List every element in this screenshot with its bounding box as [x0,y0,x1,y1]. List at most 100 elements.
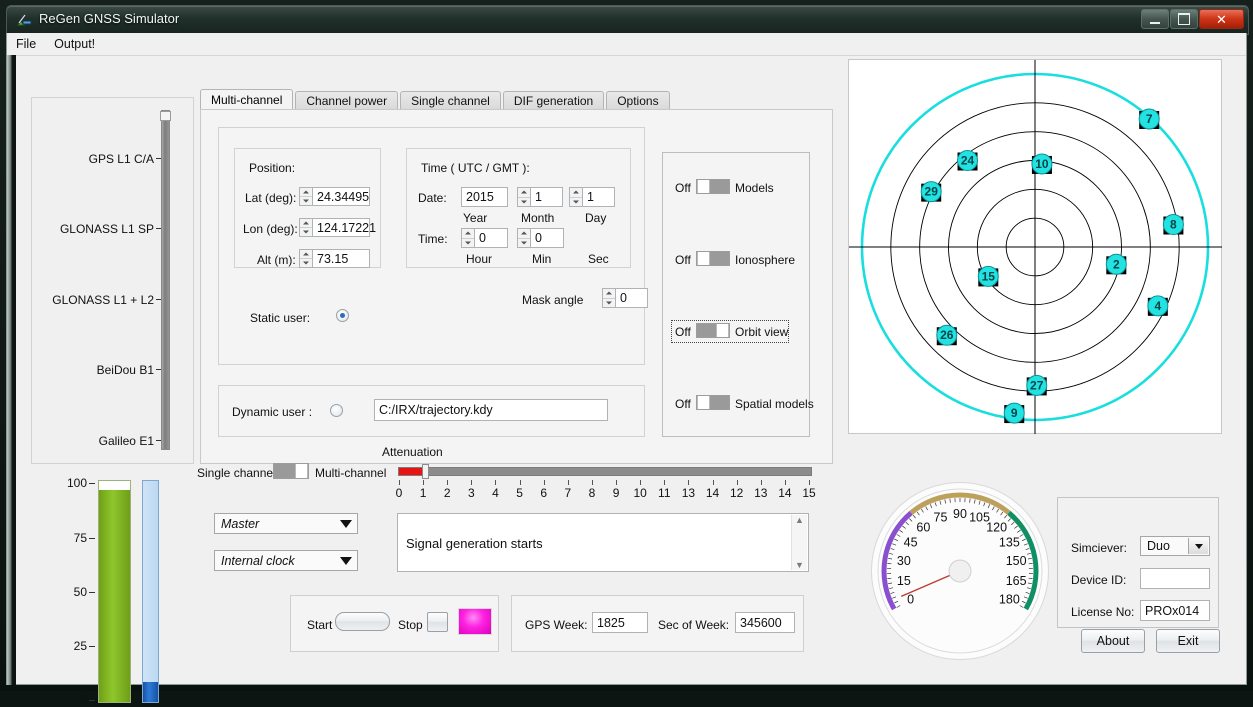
log-scrollbar[interactable]: ▲ ▼ [791,515,807,570]
gps-time-group: GPS Week: 1825 Sec of Week: 345600 [511,595,804,652]
start-label: Start [307,618,332,632]
status-led-indicator [458,608,492,635]
exit-button[interactable]: Exit [1156,629,1220,653]
attenuation-tick-mark [592,480,593,485]
start-button[interactable] [335,612,390,631]
multi-channel-label: Multi-channel [315,466,386,480]
tab-multi-channel[interactable]: Multi-channel [200,89,293,110]
menu-file[interactable]: File [7,35,45,53]
sec-of-week-input[interactable]: 345600 [735,612,795,633]
alt-spinner[interactable] [299,249,312,268]
hour-input[interactable]: 0 [474,228,508,248]
attenuation-slider-track[interactable] [398,467,812,476]
hour-caption: Hour [466,252,492,266]
gauge-tick-label: 30 [897,554,911,568]
toggle-orbit-view[interactable] [696,323,730,338]
alt-input[interactable]: 73.15 [312,249,370,268]
gauge-tick-label: 180 [999,593,1020,607]
mask-angle-label: Mask angle [522,293,583,307]
satellite-label: 15 [982,269,996,283]
device-id-label: Device ID: [1071,573,1126,587]
switch-label-models: Models [735,181,774,195]
constellation-label-galileo-e1: Galileo E1 [32,434,154,448]
close-button[interactable]: ✕ [1199,9,1244,29]
toggle-spatial-models[interactable] [696,395,730,410]
license-input[interactable]: PROx014 [1140,600,1210,621]
min-spinner[interactable] [517,228,530,248]
device-id-input[interactable] [1140,568,1210,589]
lon-spinner[interactable] [299,218,312,237]
attenuation-tick-mark [568,480,569,485]
power-axis-tick-50: 50 [59,585,87,599]
stop-button[interactable] [427,612,448,632]
dynamic-user-radio[interactable] [330,404,343,417]
attenuation-tick-label: 2 [437,486,457,500]
time-row-label: Time: [418,232,448,246]
toggle-channel-mode[interactable] [273,463,309,479]
constellation-slider-track[interactable] [161,110,170,450]
license-label: License No: [1071,605,1134,619]
mask-angle-input[interactable]: 0 [615,288,648,308]
gauge-tick-label: 75 [934,510,948,524]
menu-output[interactable]: Output! [45,35,104,53]
sec-caption: Sec [588,252,609,266]
tab-options[interactable]: Options [606,91,669,110]
about-button[interactable]: About [1081,629,1145,653]
minimize-button[interactable] [1141,9,1169,29]
attenuation-slider-handle[interactable] [422,464,429,479]
attenuation-tick-mark [640,480,641,485]
lon-input[interactable]: 124.17221 [312,218,370,237]
client-area: File Output! GPS L1 C/A GLONASS L1 SP GL… [6,33,1247,685]
trajectory-path-input[interactable]: C:/IRX/trajectory.kdy [374,399,608,421]
switch-state-ionosphere: Off [675,253,691,267]
maximize-button[interactable] [1170,9,1198,29]
attenuation-tick-mark [447,480,448,485]
toggle-ionosphere[interactable] [696,251,730,266]
position-group: Position: Lat (deg): 24.34495 Lon (deg):… [234,148,381,268]
static-user-radio[interactable] [336,309,349,322]
month-input[interactable]: 1 [530,187,563,207]
switch-state-models: Off [675,181,691,195]
gauge-tick-label: 45 [904,536,918,550]
attenuation-tick-label: 5 [510,486,530,500]
lat-spinner[interactable] [299,187,312,206]
hour-spinner[interactable] [461,228,474,248]
lon-label: Lon (deg): [243,222,298,236]
toggle-models[interactable] [696,179,730,194]
satellite-label: 9 [1011,406,1018,420]
scroll-down-icon[interactable]: ▼ [795,560,804,570]
app-icon [16,12,33,29]
simciever-combo[interactable]: Duo [1140,536,1210,556]
scroll-up-icon[interactable]: ▲ [795,515,804,525]
application-window: ReGen GNSS Simulator ✕ File Output! GPS … [0,0,1253,691]
gps-week-input[interactable]: 1825 [592,612,648,633]
attenuation-tick-label: 0 [389,486,409,500]
day-input[interactable]: 1 [582,187,615,207]
day-spinner[interactable] [569,187,582,207]
month-spinner[interactable] [517,187,530,207]
role-combo[interactable]: Master [214,513,358,534]
min-input[interactable]: 0 [530,228,564,248]
lat-label: Lat (deg): [245,191,296,205]
skyplot-view[interactable]: 72410298215426279 [848,59,1222,434]
satellite-label: 2 [1113,257,1120,271]
satellite-label: 26 [940,328,954,342]
satellite-label: 24 [961,154,975,168]
clock-combo[interactable]: Internal clock [214,550,358,571]
satellite-label: 27 [1030,378,1044,392]
chevron-down-icon[interactable] [1188,538,1208,554]
attenuation-tick-mark [495,480,496,485]
elevation-gauge: 0153045607590105120135150165180 [871,482,1049,660]
year-input[interactable]: 2015 [461,187,508,207]
tab-single-channel[interactable]: Single channel [400,91,501,110]
mask-angle-spinner[interactable] [602,288,615,308]
lat-input[interactable]: 24.34495 [312,187,370,206]
tab-dif-generation[interactable]: DIF generation [503,91,604,110]
gps-week-label: GPS Week: [525,618,587,632]
tab-channel-power[interactable]: Channel power [295,91,398,110]
constellation-slider-handle[interactable] [160,111,171,121]
day-caption: Day [585,211,606,225]
time-group: Time ( UTC / GMT ): Date: 2015 1 1 Year … [406,148,631,268]
log-output-box[interactable]: Signal generation starts ▲ ▼ [397,513,809,572]
power-axis-tick-75: 75 [59,531,87,545]
